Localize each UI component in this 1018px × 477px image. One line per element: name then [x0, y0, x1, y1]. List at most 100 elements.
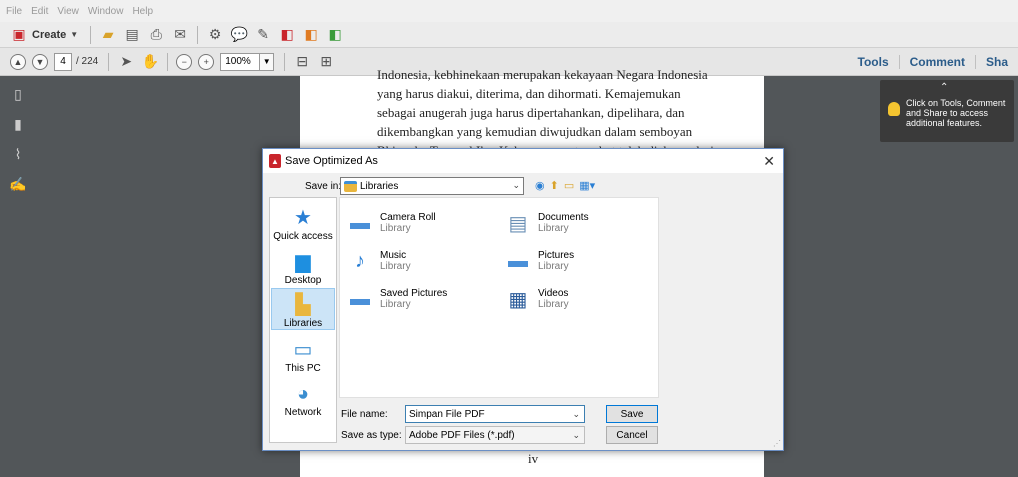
place-desktop[interactable]: ▆ Desktop: [271, 244, 335, 286]
item-type: Library: [380, 299, 411, 310]
highlight-icon[interactable]: ✎: [254, 26, 272, 44]
save-in-label: Save in:: [305, 181, 342, 192]
library-item-saved-pictures[interactable]: ▬ Saved Pictures Library: [346, 282, 496, 316]
save-as-type-dropdown[interactable]: Adobe PDF Files (*.pdf) ⌄: [405, 426, 585, 444]
file-name-input[interactable]: Simpan File PDF ⌄: [405, 405, 585, 423]
place-network[interactable]: ◕ Network: [271, 376, 335, 418]
library-item-pictures[interactable]: ▬ Pictures Library: [504, 244, 654, 278]
menu-view[interactable]: View: [57, 6, 79, 17]
page-number-label: iv: [528, 451, 539, 466]
lightbulb-icon: [888, 102, 900, 116]
place-label: Desktop: [284, 275, 322, 286]
saved-pictures-icon: ▬: [350, 287, 370, 310]
create-pdf-icon: ▣: [12, 26, 26, 42]
comment-icon[interactable]: 💬: [230, 26, 248, 44]
tools-link[interactable]: Tools: [848, 55, 899, 69]
toolbar-divider: [90, 25, 92, 44]
libraries-icon: ▙: [295, 294, 311, 316]
zoom-level-input[interactable]: 100%: [220, 52, 261, 71]
libraries-icon: [344, 180, 357, 192]
library-item-music[interactable]: ♪ Music Library: [346, 244, 496, 278]
email-icon[interactable]: ✉: [171, 26, 189, 44]
comment-link[interactable]: Comment: [898, 55, 975, 69]
bookmarks-icon[interactable]: ▮: [10, 116, 26, 132]
item-type: Library: [380, 261, 411, 272]
settings-gear-icon[interactable]: ⚙: [206, 26, 224, 44]
item-name: Pictures: [538, 250, 575, 261]
documents-icon: ▤: [508, 212, 528, 235]
pdf-tool-orange-icon[interactable]: ◧: [302, 26, 320, 44]
library-item-documents[interactable]: ▤ Documents Library: [504, 206, 654, 240]
place-libraries[interactable]: ▙ Libraries: [271, 288, 335, 330]
save-optimized-dialog: ▲ Save Optimized As ✕ Save in: Libraries…: [262, 148, 784, 451]
menu-bar: File Edit View Window Help: [0, 0, 1018, 22]
view-menu-icon[interactable]: ▦▾: [579, 179, 595, 192]
create-button[interactable]: ▣ Create ▼: [10, 26, 78, 44]
attachments-paperclip-icon[interactable]: ⌇: [10, 146, 26, 162]
item-name: Saved Pictures: [380, 288, 448, 299]
next-page-icon[interactable]: ▼: [32, 53, 48, 70]
star-icon: ★: [294, 207, 312, 229]
save-button[interactable]: Save: [606, 405, 658, 423]
place-label: This PC: [285, 363, 321, 374]
dialog-title: Save Optimized As: [285, 155, 378, 167]
page-thumbnails-icon[interactable]: ▯: [10, 86, 26, 102]
signatures-icon[interactable]: ✍: [9, 176, 26, 192]
previous-page-icon[interactable]: ▲: [10, 53, 26, 70]
back-icon[interactable]: ◉: [535, 179, 545, 192]
page-total: / 224: [76, 56, 99, 67]
menu-edit[interactable]: Edit: [31, 6, 48, 17]
right-panel-links: Tools Comment Sha: [848, 48, 1018, 76]
close-icon[interactable]: ✕: [763, 153, 775, 170]
chevron-down-icon: ⌄: [572, 430, 580, 440]
item-name: Documents: [538, 212, 589, 223]
tools-hint-tooltip: ⌃ Click on Tools, Comment and Share to a…: [880, 80, 1014, 142]
print-icon[interactable]: ⎙: [147, 26, 165, 44]
place-quick-access[interactable]: ★ Quick access: [271, 200, 335, 242]
document-line: Indonesia, kebhinekaan merupakan kekayaa…: [377, 67, 708, 82]
pdf-tool-red-icon[interactable]: ◧: [278, 26, 296, 44]
library-item-camera-roll[interactable]: ▬ Camera Roll Library: [346, 206, 496, 240]
up-folder-icon[interactable]: ⬆: [550, 179, 559, 192]
place-this-pc[interactable]: ▭ This PC: [271, 332, 335, 374]
chevron-up-icon[interactable]: ⌃: [940, 82, 948, 93]
pdf-tool-green-icon[interactable]: ◧: [326, 26, 344, 44]
document-line: sebagai anugerah juga harus dipertahanka…: [377, 105, 685, 120]
main-toolbar: ▣ Create ▼ ▰ ▤ ⎙ ✉ ⚙ 💬 ✎ ◧ ◧ ◧: [0, 22, 1018, 48]
select-cursor-icon[interactable]: ➤: [117, 53, 135, 71]
create-label: Create: [32, 28, 67, 41]
save-in-row: Save in: Libraries ⌄ ◉ ⬆ ▭ ▦▾: [263, 177, 783, 199]
chevron-down-icon: ▼: [70, 30, 79, 39]
open-folder-icon[interactable]: ▰: [99, 26, 117, 44]
network-icon: ◕: [296, 383, 310, 405]
save-in-dropdown[interactable]: Libraries ⌄: [340, 177, 524, 195]
zoom-out-icon[interactable]: −: [176, 53, 193, 70]
page-number-input[interactable]: 4: [54, 52, 72, 71]
chevron-down-icon[interactable]: ⌄: [572, 409, 580, 420]
save-icon[interactable]: ▤: [123, 26, 141, 44]
library-item-videos[interactable]: ▦ Videos Library: [504, 282, 654, 316]
computer-icon: ▭: [293, 339, 313, 361]
item-name: Music: [380, 250, 407, 261]
file-name-label: File name:: [341, 409, 388, 420]
zoom-in-icon[interactable]: +: [198, 53, 215, 70]
menu-file[interactable]: File: [6, 6, 22, 17]
zoom-dropdown-icon[interactable]: ▼: [260, 52, 275, 71]
place-label: Quick access: [273, 231, 333, 242]
document-line: yang harus diakui, diterima, dan dihorma…: [377, 86, 681, 101]
toolbar-divider: [197, 25, 199, 44]
menu-help[interactable]: Help: [132, 6, 153, 17]
cancel-button[interactable]: Cancel: [606, 426, 658, 444]
resize-grip-icon[interactable]: ⋰: [773, 439, 781, 448]
new-folder-icon[interactable]: ▭: [564, 179, 574, 192]
item-type: Library: [538, 261, 569, 272]
chevron-down-icon: ⌄: [512, 180, 520, 190]
hand-tool-icon[interactable]: ✋: [141, 53, 159, 71]
share-link[interactable]: Sha: [974, 55, 1018, 69]
menu-window[interactable]: Window: [88, 6, 124, 17]
toolbar-divider: [167, 52, 169, 71]
toolbar-divider: [284, 52, 286, 71]
pictures-icon: ▬: [508, 249, 528, 272]
file-name-value: Simpan File PDF: [409, 408, 485, 420]
save-as-type-value: Adobe PDF Files (*.pdf): [409, 429, 515, 441]
